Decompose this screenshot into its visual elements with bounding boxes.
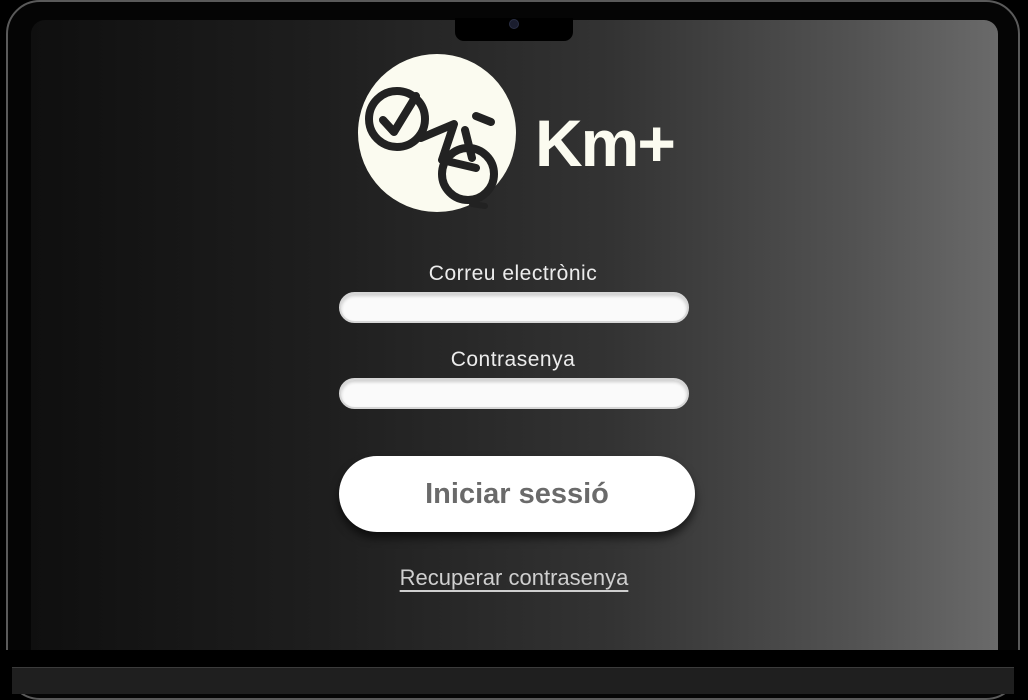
- password-label: Contrasenya: [450, 348, 576, 371]
- logo-badge: [358, 54, 516, 212]
- password-field[interactable]: [339, 378, 689, 409]
- bike-checkmark-icon: [365, 87, 498, 209]
- login-screen: Km+ Correu electrònic Contrasenya Inicia…: [31, 20, 998, 650]
- email-field[interactable]: [339, 292, 689, 323]
- login-button[interactable]: Iniciar sessió: [339, 456, 695, 532]
- recover-password-label[interactable]: Recuperar contrasenya: [400, 565, 629, 590]
- brand-name: Km+: [535, 106, 676, 180]
- camera-icon: [509, 19, 519, 29]
- email-label: Correu electrònic: [428, 262, 598, 285]
- laptop-hinge: [12, 667, 1014, 694]
- camera-notch: [455, 18, 573, 41]
- recover-password-link[interactable]: Recuperar contrasenya: [331, 565, 697, 591]
- laptop-base: [0, 650, 1028, 694]
